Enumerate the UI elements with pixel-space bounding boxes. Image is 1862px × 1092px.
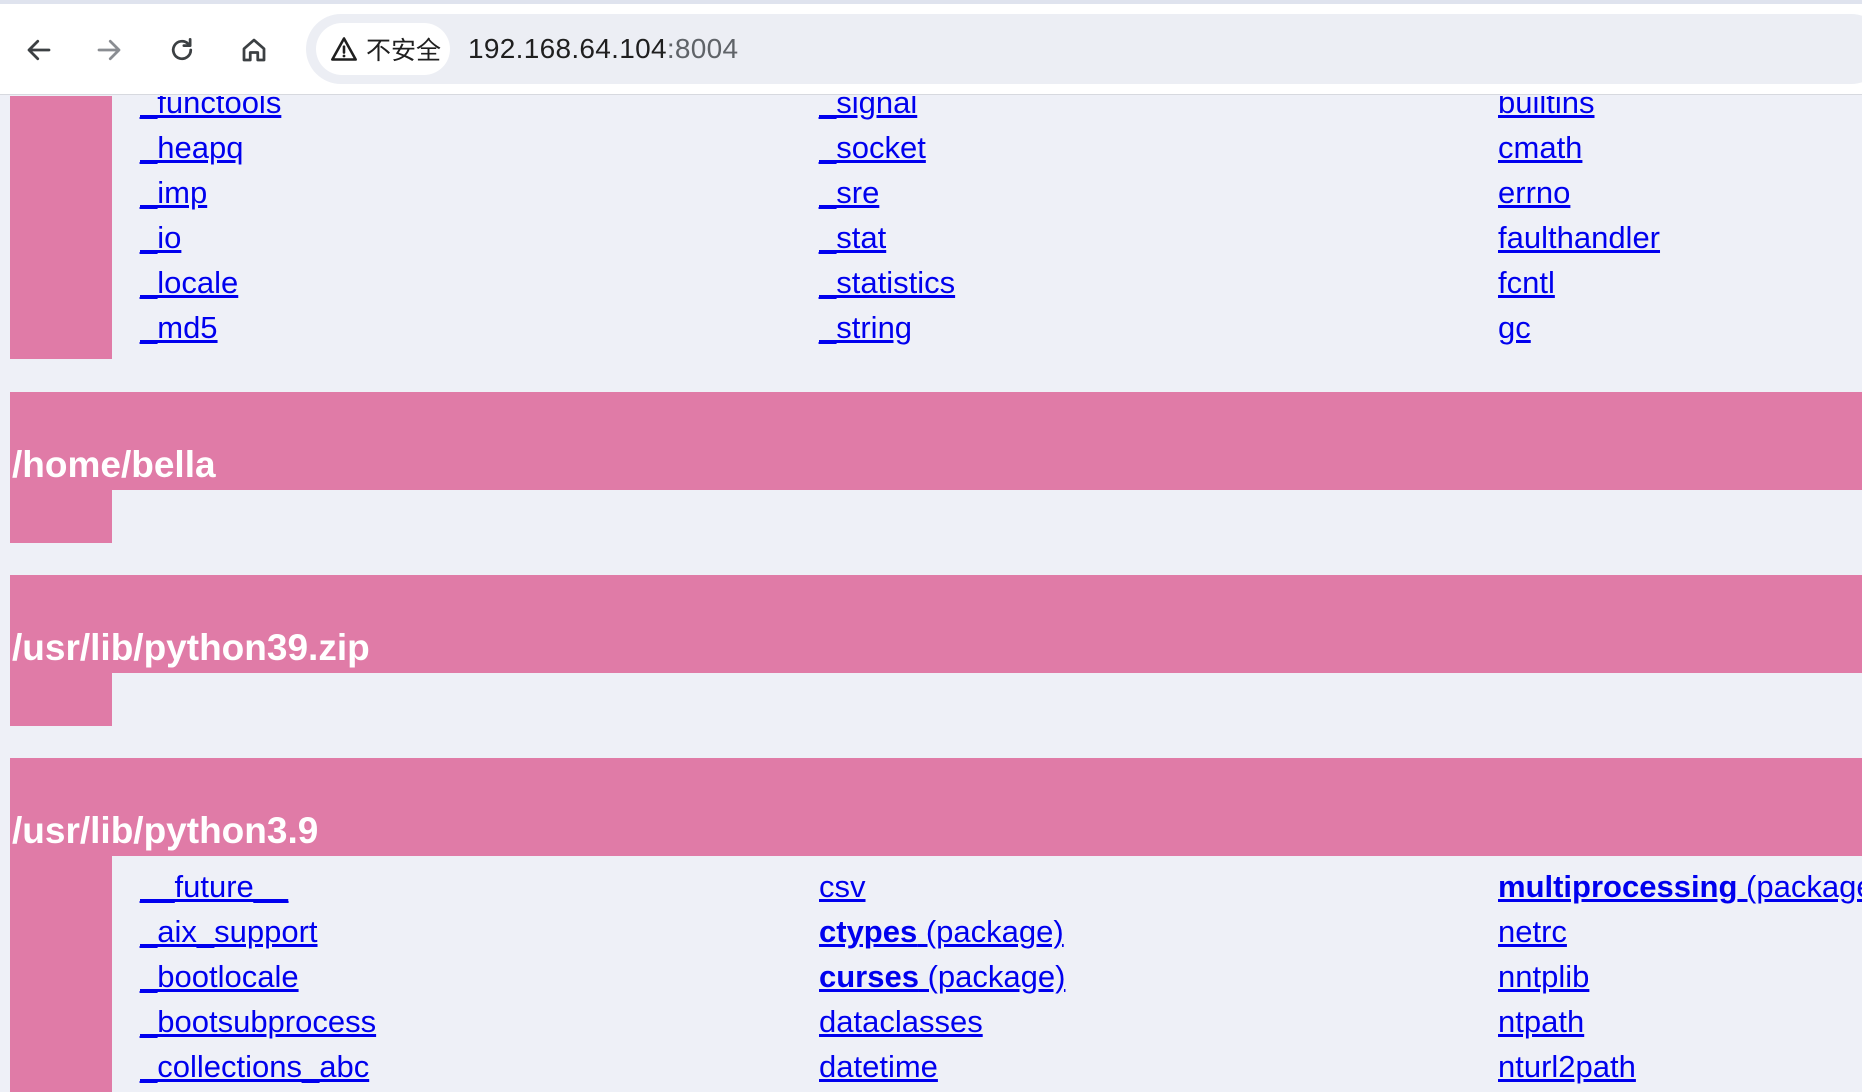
module-link[interactable]: errno	[1498, 170, 1660, 215]
back-arrow-icon	[27, 39, 51, 61]
module-link[interactable]: _collections_abc	[140, 1044, 376, 1089]
module-name: _bootlocale	[140, 959, 299, 994]
module-link[interactable]: _imp	[140, 170, 281, 215]
module-column-3: builtins cmath errno faulthandler fcntl gc	[1498, 96, 1660, 350]
module-column-2: _signal _socket _sre _stat _statistics _strin…	[819, 96, 955, 350]
module-link[interactable]: netrc	[1498, 909, 1862, 954]
section-header: /home/bella	[10, 392, 1862, 490]
module-column-3: multiprocessing (package) netrc nntplib ntp…	[1498, 864, 1862, 1089]
url-text[interactable]: 192.168.64.104:8004	[468, 14, 738, 84]
module-name: datetime	[819, 1049, 938, 1084]
package-link[interactable]: multiprocessing (package)	[1498, 864, 1862, 909]
module-link[interactable]: _heapq	[140, 125, 281, 170]
page-content: _functools _heapq _imp _io _locale _md5 _sign…	[0, 96, 1862, 1092]
module-name: ntpath	[1498, 1004, 1585, 1039]
module-link[interactable]: dataclasses	[819, 999, 1065, 1044]
module-name: __future__	[140, 869, 289, 904]
module-link[interactable]: cmath	[1498, 125, 1660, 170]
module-name: netrc	[1498, 914, 1567, 949]
section-header: /usr/lib/python3.9	[10, 758, 1862, 856]
module-column-2: csv ctypes (package) curses (package) datac…	[819, 864, 1065, 1089]
module-link[interactable]: _bootlocale	[140, 954, 376, 999]
section-indent-bar	[10, 490, 112, 543]
package-suffix: (package)	[917, 914, 1064, 949]
module-name: curses	[819, 959, 919, 994]
module-name: _collections_abc	[140, 1049, 370, 1084]
reload-button[interactable]	[160, 28, 204, 72]
module-link[interactable]: _socket	[819, 125, 955, 170]
home-icon	[242, 38, 266, 62]
module-link[interactable]: __future__	[140, 864, 376, 909]
section-title: /usr/lib/python3.9	[12, 810, 319, 851]
module-link[interactable]: builtins	[1498, 96, 1660, 125]
module-name: multiprocessing	[1498, 869, 1738, 904]
module-link[interactable]: nntplib	[1498, 954, 1862, 999]
module-link[interactable]: nturl2path	[1498, 1044, 1862, 1089]
reload-icon	[171, 38, 193, 61]
module-link[interactable]: faulthandler	[1498, 215, 1660, 260]
module-link[interactable]: _signal	[819, 96, 955, 125]
module-link[interactable]: _stat	[819, 215, 955, 260]
module-name: nturl2path	[1498, 1049, 1636, 1084]
toolbar-top-strip	[0, 0, 1862, 4]
module-link[interactable]: _aix_support	[140, 909, 376, 954]
module-link[interactable]: ntpath	[1498, 999, 1862, 1044]
browser-toolbar: 不安全 192.168.64.104:8004	[0, 0, 1862, 95]
back-button[interactable]	[17, 28, 61, 72]
module-link[interactable]: csv	[819, 864, 1065, 909]
module-link[interactable]: _statistics	[819, 260, 955, 305]
address-bar[interactable]: 不安全 192.168.64.104:8004	[306, 14, 1862, 84]
package-link[interactable]: curses (package)	[819, 954, 1065, 999]
package-link[interactable]: ctypes (package)	[819, 909, 1065, 954]
module-name: dataclasses	[819, 1004, 983, 1039]
package-suffix: (package)	[1746, 869, 1862, 904]
module-name: csv	[819, 869, 866, 904]
module-column-1: _functools _heapq _imp _io _locale _md5	[140, 96, 281, 350]
module-name: _aix_support	[140, 914, 318, 949]
section-title: /home/bella	[12, 444, 216, 485]
module-link[interactable]: _string	[819, 305, 955, 350]
module-link[interactable]: _functools	[140, 96, 281, 125]
forward-arrow-icon	[97, 39, 121, 61]
section-indent-bar	[10, 673, 112, 726]
module-link[interactable]: datetime	[819, 1044, 1065, 1089]
url-port: :8004	[666, 33, 739, 64]
home-button[interactable]	[232, 28, 276, 72]
security-label: 不安全	[366, 36, 442, 65]
module-link[interactable]: _io	[140, 215, 281, 260]
module-name: ctypes	[819, 914, 918, 949]
module-link[interactable]: gc	[1498, 305, 1660, 350]
section-indent-bar	[10, 856, 112, 1092]
module-column-1: __future__ _aix_support _bootlocale _bootsu…	[140, 864, 376, 1089]
module-name: nntplib	[1498, 959, 1590, 994]
module-link[interactable]: fcntl	[1498, 260, 1660, 305]
forward-button[interactable]	[87, 28, 131, 72]
warning-icon	[331, 37, 357, 61]
module-name: _bootsubprocess	[140, 1004, 377, 1039]
module-link[interactable]: _bootsubprocess	[140, 999, 376, 1044]
module-link[interactable]: _md5	[140, 305, 281, 350]
module-link[interactable]: _locale	[140, 260, 281, 305]
package-suffix: (package)	[918, 959, 1066, 994]
section-indent-bar	[10, 96, 112, 359]
section-title: /usr/lib/python39.zip	[12, 627, 370, 668]
security-indicator[interactable]: 不安全	[316, 23, 450, 75]
module-link[interactable]: _sre	[819, 170, 955, 215]
section-header: /usr/lib/python39.zip	[10, 575, 1862, 673]
url-host: 192.168.64.104	[468, 33, 667, 64]
